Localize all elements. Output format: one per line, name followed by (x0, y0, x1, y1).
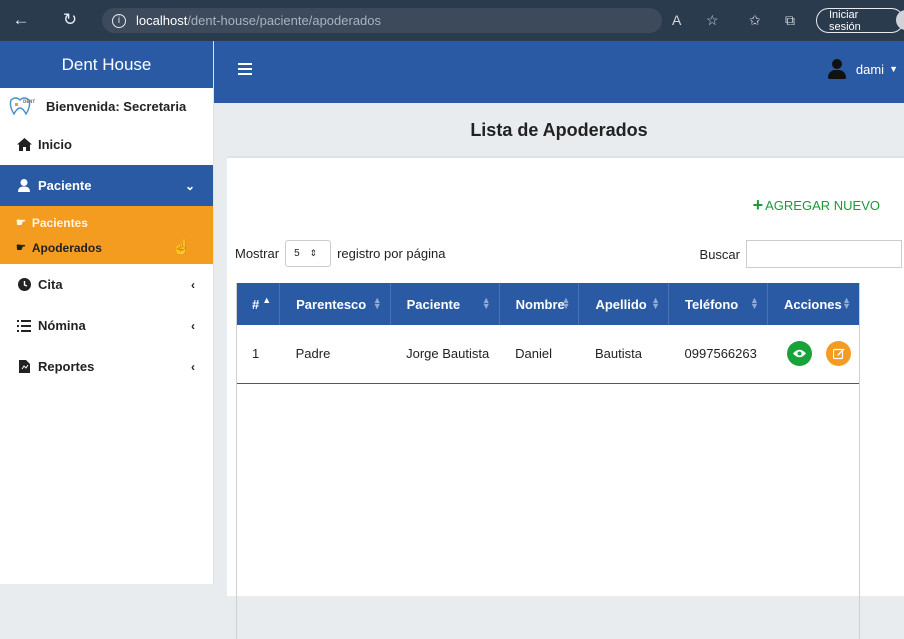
menu-toggle-icon[interactable] (238, 63, 252, 75)
username: dami (855, 61, 885, 77)
hand-pointer-icon: ☛ (16, 242, 26, 254)
sidebar-item-cita[interactable]: Cita ‹ (0, 264, 213, 305)
welcome-text: Bienvenida: Secretaria (46, 98, 187, 114)
favorite-star-icon[interactable]: ☆ (706, 12, 719, 29)
show-label: Mostrar (235, 246, 280, 261)
read-aloud-icon[interactable]: A (672, 12, 681, 28)
sort-asc-icon: ▲ (262, 295, 272, 305)
sidebar-item-label: Paciente (38, 178, 92, 193)
column-header-number[interactable]: # ▲ (236, 283, 281, 325)
sidebar-subitem-apoderados[interactable]: ☛ Apoderados ☝ (0, 235, 213, 260)
list-icon (16, 319, 32, 332)
sidebar-item-label: Cita (38, 277, 63, 292)
sidebar-item-nomina[interactable]: Nómina ‹ (0, 305, 213, 346)
sidebar: Dent House DENT Bienvenida: Secretaria I… (0, 41, 214, 584)
cell-parentesco: Padre (295, 346, 331, 362)
column-header-acciones[interactable]: Acciones ▲ ▼ (767, 283, 861, 325)
column-header-paciente[interactable]: Paciente ▲ ▼ (390, 283, 500, 325)
cell-paciente: Jorge Bautista (406, 346, 490, 362)
url-host: localhost (136, 13, 188, 28)
sidebar-item-label: Reportes (38, 359, 95, 374)
clock-icon (16, 278, 32, 291)
svg-text:DENT: DENT (23, 99, 35, 104)
plus-icon: + (752, 195, 764, 215)
sort-icon: ▲ ▼ (561, 295, 571, 311)
search-label: Buscar (699, 246, 740, 262)
welcome-row: DENT Bienvenida: Secretaria (0, 88, 213, 124)
chevron-left-icon: ‹ (191, 359, 195, 374)
chevron-left-icon: ‹ (191, 277, 195, 292)
sort-icon: ▲ ▼ (372, 295, 382, 311)
clinic-logo-icon: DENT (9, 97, 35, 116)
add-new-label: AGREGAR NUEVO (765, 197, 880, 213)
brand-title[interactable]: Dent House (0, 41, 213, 88)
cell-number: 1 (252, 346, 260, 362)
sidebar-subitem-label: Pacientes (31, 215, 88, 230)
caret-down-icon: ▼ (889, 64, 898, 74)
sidebar-subitem-label: Apoderados (31, 240, 102, 255)
cell-apellido: Bautista (594, 346, 642, 362)
sidebar-subitem-pacientes[interactable]: ☛ Pacientes (0, 210, 213, 235)
sort-icon: ▲ ▼ (842, 295, 851, 311)
top-navbar: dami ▼ (214, 41, 904, 103)
user-menu[interactable]: dami ▼ (827, 59, 898, 79)
view-button[interactable] (787, 341, 813, 367)
search-control: Buscar (700, 240, 902, 268)
sidebar-item-inicio[interactable]: Inicio (0, 124, 213, 165)
search-input[interactable] (746, 240, 902, 268)
page-size-value: 5 (294, 248, 300, 259)
add-new-button[interactable]: + AGREGAR NUEVO (753, 196, 880, 214)
apoderados-table: # ▲ Parentesco ▲ ▼ Paciente ▲ ▼ Nombre ▲ ▼ Apel… (236, 283, 861, 384)
cell-acciones (767, 325, 859, 383)
sort-icon: ▲ ▼ (651, 295, 661, 311)
column-header-apellido[interactable]: Apellido ▲ ▼ (578, 283, 670, 325)
page-size-control: Mostrar 5 ⇕ registro por página (235, 240, 445, 267)
table-row: 1 Padre Jorge Bautista Daniel Bautista 0… (236, 325, 860, 383)
sidebar-item-label: Inicio (38, 137, 72, 152)
paciente-submenu: ☛ Pacientes ☛ Apoderados ☝ (0, 206, 213, 264)
column-header-telefono[interactable]: Teléfono ▲ ▼ (668, 283, 768, 325)
browser-toolbar: ← ↻ i localhost/dent-house/paciente/apod… (0, 0, 904, 41)
address-bar[interactable]: i localhost/dent-house/paciente/apoderad… (102, 8, 662, 33)
select-arrows-icon: ⇕ (309, 248, 318, 258)
sidebar-item-label: Nómina (38, 318, 86, 333)
signin-button[interactable]: Iniciar sesión (816, 8, 904, 33)
column-header-parentesco[interactable]: Parentesco ▲ ▼ (279, 283, 391, 325)
chevron-left-icon: ‹ (191, 318, 195, 333)
eye-icon (793, 350, 807, 358)
sidebar-item-paciente[interactable]: Paciente ⌄ (0, 165, 213, 206)
mouse-cursor-icon: ☝ (172, 239, 191, 256)
sidebar-item-reportes[interactable]: Reportes ‹ (0, 346, 213, 387)
user-avatar-icon (827, 59, 846, 79)
url-path: /dent-house/paciente/apoderados (187, 13, 382, 28)
sort-icon: ▲ ▼ (481, 295, 491, 311)
hand-pointer-icon: ☛ (16, 217, 26, 229)
home-icon (16, 138, 32, 151)
column-header-nombre[interactable]: Nombre ▲ ▼ (499, 283, 580, 325)
per-page-label: registro por página (337, 246, 446, 261)
edit-icon (832, 348, 845, 359)
chevron-down-icon: ⌄ (184, 178, 195, 193)
table-header-row: # ▲ Parentesco ▲ ▼ Paciente ▲ ▼ Nombre ▲ ▼ Apel… (236, 283, 861, 325)
favorites-icon[interactable]: ✩ (749, 12, 761, 29)
info-icon[interactable]: i (112, 13, 126, 28)
collections-icon[interactable]: ⧉ (785, 12, 795, 29)
edit-button[interactable] (826, 341, 852, 367)
main-content: Lista de Apoderados + AGREGAR NUEVO Most… (214, 103, 904, 639)
back-icon[interactable]: ← (6, 5, 36, 35)
cell-telefono: 0997566263 (684, 346, 757, 362)
sort-icon: ▲ ▼ (750, 295, 759, 311)
reload-icon[interactable]: ↻ (55, 5, 85, 35)
file-icon (16, 360, 32, 373)
user-icon (16, 179, 32, 192)
page-size-select[interactable]: 5 ⇕ (285, 240, 332, 267)
content-card: + AGREGAR NUEVO Mostrar 5 ⇕ registro por… (227, 156, 904, 639)
cell-nombre: Daniel (515, 346, 553, 362)
page-title: Lista de Apoderados (470, 120, 648, 140)
